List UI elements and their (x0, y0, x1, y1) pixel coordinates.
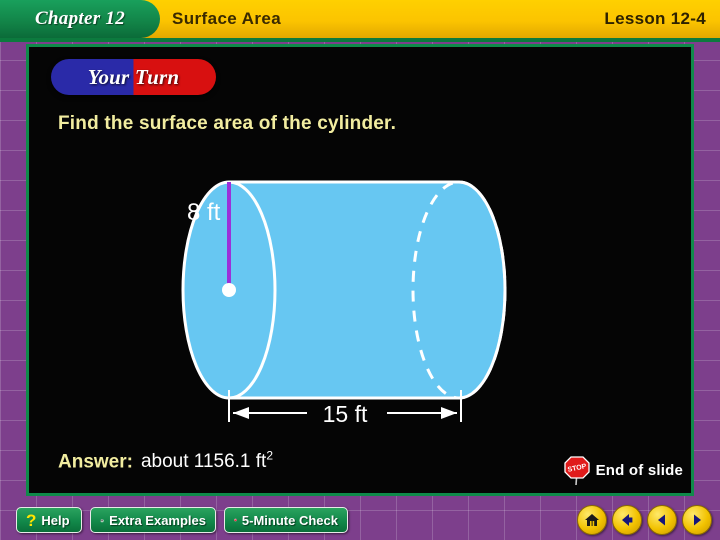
next-arrow-icon (694, 514, 701, 526)
slide-header: Chapter 12 Surface Area Lesson 12-4 (0, 0, 720, 42)
back-button[interactable] (612, 505, 642, 535)
lesson-title: Lesson 12-4 (604, 9, 706, 28)
your-turn-label: Your Turn (87, 64, 180, 89)
five-minute-check-button-label: 5-Minute Check (241, 512, 338, 528)
content-area: Your Turn Find the surface area of the c… (29, 47, 691, 493)
dimension-arrow-left (233, 407, 249, 419)
answer-exponent: 2 (266, 449, 274, 463)
header-underline (0, 38, 720, 42)
radius-label: 8 ft (187, 199, 221, 226)
answer-number: about 1156.1 ft (140, 451, 267, 473)
answer-line: Answer: about 1156.1 ft2 (58, 449, 273, 473)
five-minute-check-button[interactable]: 5-Minute Check (224, 507, 348, 533)
center-point (222, 283, 236, 297)
help-button-label: Help (41, 512, 70, 528)
chapter-tab: Chapter 12 (0, 0, 160, 38)
previous-button[interactable] (647, 505, 677, 535)
chapter-label: Chapter 12 (34, 8, 126, 29)
previous-arrow-icon (658, 514, 665, 526)
length-label: 15 ft (323, 401, 368, 422)
end-of-slide: STOP End of slide (562, 451, 683, 489)
next-button[interactable] (682, 505, 712, 535)
answer-label: Answer: (58, 451, 133, 473)
your-turn-badge: Your Turn (51, 59, 216, 95)
clock-icon (234, 518, 237, 522)
dimension-arrow-right (441, 407, 457, 419)
question-mark-icon: ? (26, 510, 37, 530)
home-button[interactable] (577, 505, 607, 535)
extra-examples-button[interactable]: Extra Examples (90, 507, 216, 533)
unit-title: Surface Area (172, 9, 282, 28)
cylinder-figure: 8 ft 15 ft (179, 142, 539, 422)
answer-value: about 1156.1 ft2 (140, 449, 274, 473)
home-icon (585, 514, 599, 526)
back-arrow-icon (622, 514, 633, 526)
end-of-slide-label: End of slide (595, 461, 683, 479)
coffee-cup-icon (100, 518, 105, 522)
content-frame: Your Turn Find the surface area of the c… (26, 44, 694, 496)
stop-sign-icon: STOP (563, 456, 590, 486)
slide: Chapter 12 Surface Area Lesson 12-4 Your… (0, 0, 720, 540)
cylinder-svg: 8 ft 15 ft (181, 180, 507, 422)
extra-examples-button-label: Extra Examples (109, 512, 206, 528)
question-text: Find the surface area of the cylinder. (58, 113, 397, 134)
help-button[interactable]: ? Help (16, 507, 82, 533)
navigation-buttons (577, 505, 712, 535)
